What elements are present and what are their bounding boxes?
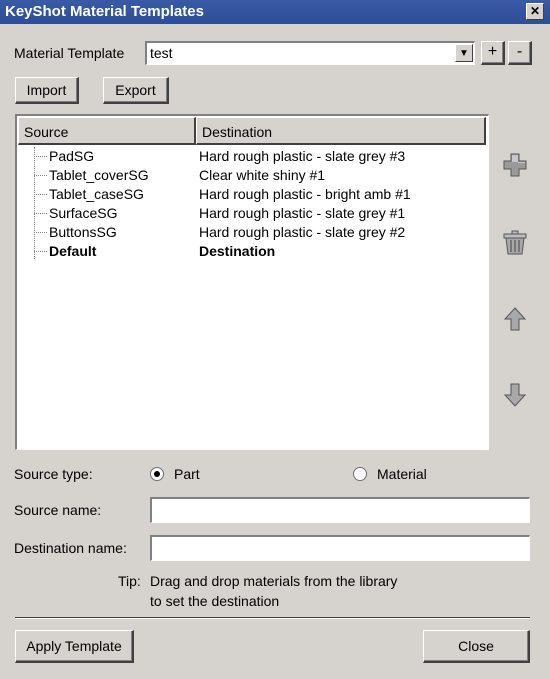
window-title: KeyShot Material Templates <box>5 3 204 20</box>
title-bar: KeyShot Material Templates ✕ <box>0 0 550 24</box>
radio-material[interactable] <box>353 467 367 481</box>
table-row[interactable]: PadSG Hard rough plastic - slate grey #3 <box>17 147 487 166</box>
radio-material-label[interactable]: Material <box>377 466 427 482</box>
material-template-select[interactable]: test ▼ <box>145 41 475 65</box>
remove-template-button[interactable]: - <box>508 41 532 65</box>
mapping-table[interactable]: Source Destination PadSG Hard rough plas… <box>15 114 489 450</box>
row-destination: Hard rough plastic - slate grey #2 <box>199 224 406 240</box>
add-icon[interactable] <box>500 150 530 180</box>
destination-name-label: Destination name: <box>14 540 127 556</box>
apply-template-button[interactable]: Apply Template <box>15 630 134 663</box>
radio-part-label[interactable]: Part <box>174 466 200 482</box>
table-row[interactable]: Tablet_caseSG Hard rough plastic - brigh… <box>17 185 487 204</box>
row-destination: Destination <box>199 243 276 259</box>
row-source: PadSG <box>49 148 95 164</box>
row-destination: Clear white shiny #1 <box>199 167 326 183</box>
row-source: ButtonsSG <box>49 224 117 240</box>
row-source: Tablet_caseSG <box>49 186 144 202</box>
material-template-value: test <box>150 45 173 61</box>
arrow-up-icon[interactable] <box>500 304 530 334</box>
close-button[interactable]: Close <box>423 630 530 663</box>
source-name-label: Source name: <box>14 502 102 518</box>
column-header-destination[interactable]: Destination <box>196 117 486 145</box>
table-row[interactable]: ButtonsSG Hard rough plastic - slate gre… <box>17 223 487 242</box>
arrow-down-icon[interactable] <box>500 380 530 410</box>
row-source: SurfaceSG <box>49 205 118 221</box>
table-row[interactable]: SurfaceSG Hard rough plastic - slate gre… <box>17 204 487 223</box>
source-name-field[interactable] <box>150 497 530 523</box>
add-template-button[interactable]: + <box>481 41 505 65</box>
import-button[interactable]: Import <box>15 77 79 104</box>
row-destination: Hard rough plastic - slate grey #3 <box>199 148 406 164</box>
tip-line-2: to set the destination <box>150 593 280 609</box>
source-type-label: Source type: <box>14 466 93 482</box>
table-row[interactable]: Tablet_coverSG Clear white shiny #1 <box>17 166 487 185</box>
trash-icon[interactable] <box>500 228 530 258</box>
tip-label: Tip: <box>118 573 141 589</box>
row-destination: Hard rough plastic - bright amb #1 <box>199 186 411 202</box>
tip-line-1: Drag and drop materials from the library <box>150 573 398 589</box>
column-header-source[interactable]: Source <box>18 117 196 145</box>
material-template-label: Material Template <box>14 45 125 61</box>
export-button[interactable]: Export <box>103 77 169 104</box>
chevron-down-icon[interactable]: ▼ <box>455 44 473 62</box>
close-icon[interactable]: ✕ <box>526 3 544 20</box>
divider <box>15 617 530 619</box>
table-row-default[interactable]: Default Destination <box>17 242 487 261</box>
row-destination: Hard rough plastic - slate grey #1 <box>199 205 406 221</box>
destination-name-field[interactable] <box>150 535 530 561</box>
radio-part[interactable] <box>150 467 164 481</box>
row-source: Default <box>49 243 97 259</box>
row-source: Tablet_coverSG <box>49 167 149 183</box>
